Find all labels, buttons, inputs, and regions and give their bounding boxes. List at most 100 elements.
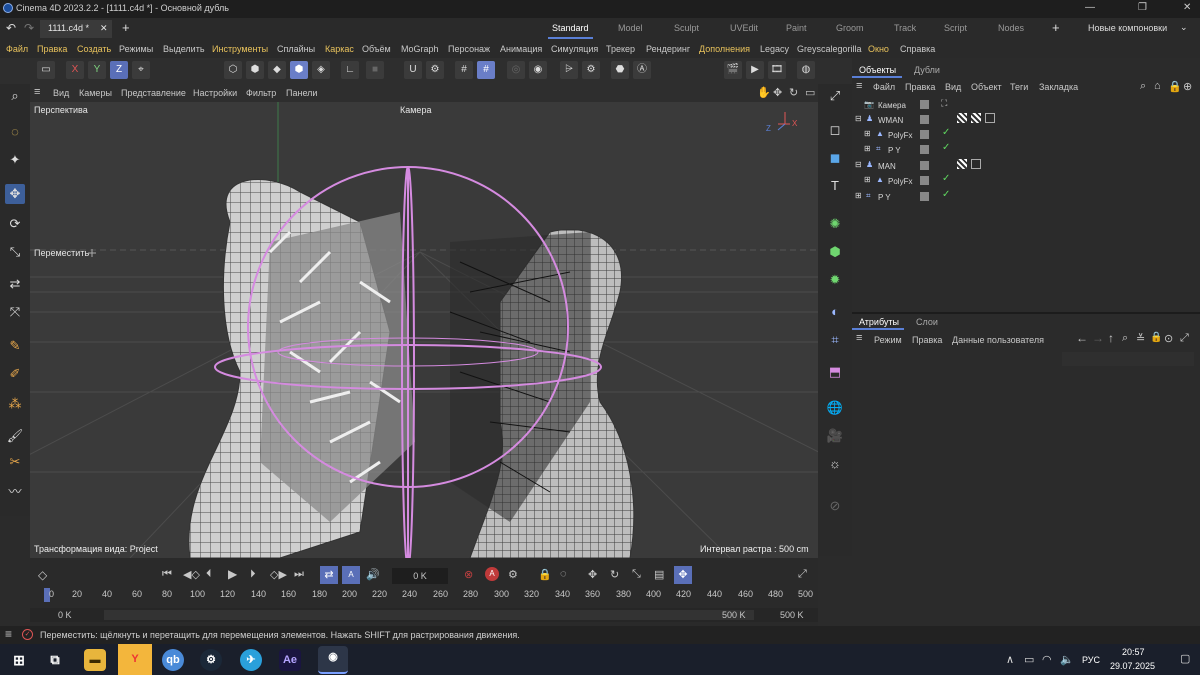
steam-icon[interactable]: ⚙ <box>200 649 222 671</box>
autokey-icon[interactable]: A <box>485 567 499 581</box>
knife-tool-icon[interactable]: ✂ <box>5 452 25 472</box>
lock-x-axis-button[interactable]: X <box>66 61 84 79</box>
key-all-icon[interactable]: ✥ <box>674 566 692 584</box>
edges-mode-icon[interactable]: ⬢ <box>246 61 264 79</box>
menu-select[interactable]: Выделить <box>163 44 205 54</box>
tab-sculpt[interactable]: Sculpt <box>674 23 699 33</box>
hamburger-icon[interactable]: ≡ <box>5 627 12 641</box>
autokey-icon[interactable]: Ⓐ <box>633 61 651 79</box>
om-menu-bookmarks[interactable]: Закладка <box>1039 82 1078 92</box>
menu-animation[interactable]: Анимация <box>500 44 542 54</box>
fullscreen-icon[interactable]: ⤢ <box>825 86 845 106</box>
quantize-icon[interactable]: # <box>477 61 495 79</box>
attr-menu-mode[interactable]: Режим <box>874 335 902 345</box>
viewport-menu-panel[interactable]: Панели <box>286 88 317 98</box>
minimize-icon[interactable]: — <box>1085 2 1095 13</box>
hamburger-icon[interactable]: ≡ <box>856 332 862 344</box>
rotate-tool-icon[interactable]: ⟳ <box>5 214 25 234</box>
tray-volume-icon[interactable]: 🔈 <box>1060 653 1074 666</box>
maximize-view-icon[interactable]: ▭ <box>805 86 815 99</box>
menu-window[interactable]: Окно <box>868 44 889 54</box>
expand-icon[interactable]: ⊞ <box>864 129 871 138</box>
effector-icon[interactable]: ✹ <box>825 270 845 290</box>
attr-menu-edit[interactable]: Правка <box>912 335 942 345</box>
search-icon[interactable]: ⌕ <box>1140 80 1146 93</box>
sculpt-tool-icon[interactable]: 〰 <box>5 482 25 502</box>
check-icon[interactable]: ✓ <box>942 142 950 153</box>
check-icon[interactable]: ✓ <box>942 127 950 138</box>
preview-end-field[interactable]: 500 K <box>722 610 746 620</box>
spline-object-icon[interactable]: ◻ <box>825 120 845 140</box>
symmetry-settings-icon[interactable]: ⚙ <box>582 61 600 79</box>
live-selection-icon[interactable]: ◌ <box>5 122 25 142</box>
attributes-search-bar[interactable] <box>1062 352 1194 366</box>
attr-menu-userdata[interactable]: Данные пользователя <box>952 335 1044 345</box>
paint-brush-icon[interactable]: 🖌 <box>5 426 25 446</box>
telegram-icon[interactable]: ✈ <box>240 649 262 671</box>
timeline-expand-icon[interactable]: ⤢ <box>798 568 807 581</box>
menu-tracker[interactable]: Трекер <box>606 44 635 54</box>
next-frame-icon[interactable]: ⏵ <box>250 568 256 581</box>
layer-swatch[interactable] <box>920 100 929 109</box>
render-settings-icon[interactable]: ◉ <box>529 61 547 79</box>
key-pla-icon[interactable]: ◌ <box>560 568 567 580</box>
menu-tools[interactable]: Инструменты <box>212 44 268 54</box>
menu-mesh[interactable]: Каркас <box>325 44 354 54</box>
redo-icon[interactable]: ↷ <box>24 21 34 35</box>
sketch-tool-icon[interactable]: ✐ <box>5 364 25 384</box>
forward-arrow-icon[interactable]: → <box>1092 331 1104 345</box>
yandex-browser-icon[interactable]: Y <box>118 644 152 675</box>
menu-extensions[interactable]: Дополнения <box>699 44 750 54</box>
home-icon[interactable]: ⌂ <box>1154 80 1161 92</box>
lock-icon[interactable]: 🔒 <box>1150 332 1162 343</box>
expand-icon[interactable]: ⊟ <box>855 160 862 169</box>
chevron-down-icon[interactable]: ⌄ <box>1180 22 1188 33</box>
record-icon[interactable]: ⊗ <box>464 568 473 581</box>
om-menu-object[interactable]: Объект <box>971 82 1002 92</box>
target-tag-icon[interactable]: ⛶ <box>941 98 947 109</box>
light-object-icon[interactable]: ☼ <box>825 454 845 474</box>
search-icon[interactable]: ⌕ <box>1122 332 1128 345</box>
snap-off-icon[interactable]: ■ <box>366 61 384 79</box>
close-icon[interactable]: ✕ <box>1183 2 1191 13</box>
move-tool-icon[interactable]: ✥ <box>5 184 25 204</box>
viewport-solo-icon[interactable]: ▭ <box>37 61 55 79</box>
points-mode-icon[interactable]: ⬡ <box>224 61 242 79</box>
viewport-menu-filter[interactable]: Фильтр <box>246 88 276 98</box>
menu-character[interactable]: Персонаж <box>448 44 490 54</box>
keyframe-icon[interactable]: ◇ <box>38 568 47 582</box>
menu-mograph[interactable]: MoGraph <box>401 44 439 54</box>
scale-tool-icon[interactable]: ⤡ <box>5 242 25 262</box>
menu-modes[interactable]: Режимы <box>119 44 153 54</box>
snap-settings-icon[interactable]: ⚙ <box>426 61 444 79</box>
layer-swatch[interactable] <box>920 176 929 185</box>
new-manager-icon[interactable]: ⊙ <box>1164 332 1173 345</box>
preview-range-bar[interactable]: 0 K 0 K 500 K 500 K <box>30 608 818 622</box>
clock-date[interactable]: 29.07.2025 <box>1110 661 1155 671</box>
lock-y-axis-button[interactable]: Y <box>88 61 106 79</box>
undo-icon[interactable]: ↶ <box>6 21 16 35</box>
texture-tag-icon[interactable] <box>957 159 967 169</box>
menu-splines[interactable]: Сплайны <box>277 44 315 54</box>
add-icon[interactable]: ⊕ <box>1183 80 1192 93</box>
layer-swatch[interactable] <box>920 115 929 124</box>
after-effects-icon[interactable]: Ae <box>279 649 301 671</box>
deformer-icon[interactable]: ◐ <box>825 302 845 322</box>
viewport-menu-display[interactable]: Представление <box>121 88 186 98</box>
perspective-viewport[interactable]: Перспектива Камера Z X Переместить Транс… <box>30 102 818 558</box>
camera-label[interactable]: Камера <box>400 105 431 115</box>
tab-layers[interactable]: Слои <box>916 317 938 327</box>
expand-icon[interactable]: ⊞ <box>855 191 862 200</box>
key-position-icon[interactable]: ✥ <box>588 568 597 581</box>
om-menu-edit[interactable]: Правка <box>905 82 935 92</box>
expand-icon[interactable]: ⊟ <box>855 114 862 123</box>
tab-takes[interactable]: Дубли <box>914 65 940 75</box>
pan-view-icon[interactable]: ✋ <box>757 86 771 99</box>
cube-object-icon[interactable]: ◼ <box>825 148 845 168</box>
hamburger-icon[interactable]: ≡ <box>34 86 40 98</box>
key-lock-icon[interactable]: 🔒 <box>538 568 552 581</box>
check-icon[interactable]: ✓ <box>942 173 950 184</box>
qbittorrent-icon[interactable]: qb <box>162 649 184 671</box>
clock-time[interactable]: 20:57 <box>1122 647 1145 657</box>
search-icon[interactable]: ⌕ <box>5 86 25 106</box>
